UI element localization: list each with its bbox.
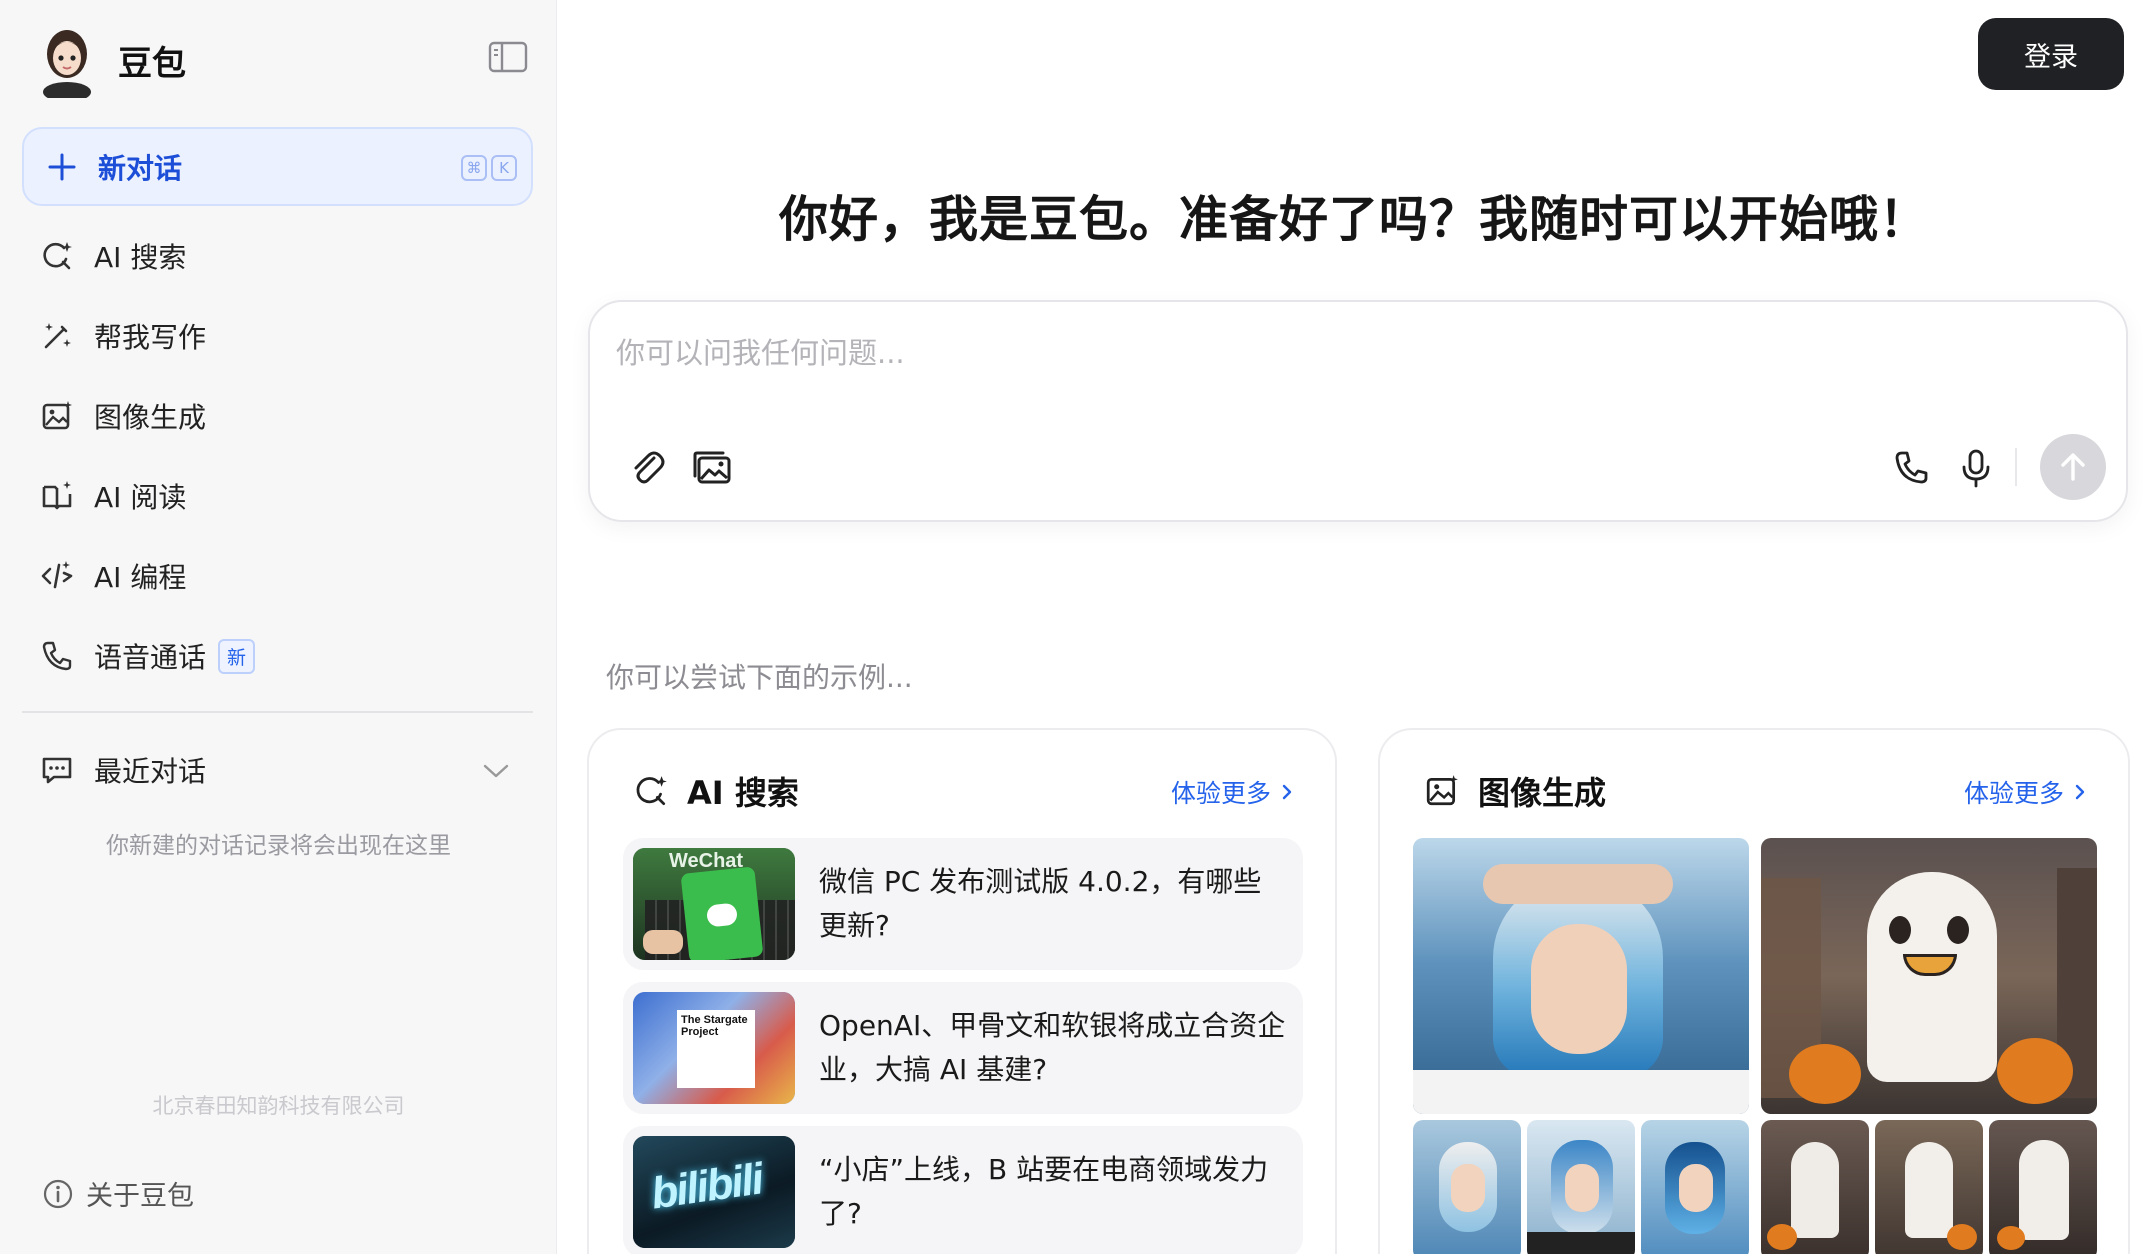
plus-icon [48, 153, 76, 180]
sidebar-item-label: 语音通话 [94, 641, 207, 674]
bilibili-thumbnail: bilibili [633, 1136, 795, 1248]
more-label: 体验更多 [1170, 779, 1271, 808]
sidebar-item-image-generation[interactable]: 图像生成 [22, 376, 533, 456]
company-name: 北京春田知韵科技有限公司 [152, 1094, 405, 1118]
generated-image-ghost-variant[interactable] [1989, 1120, 2097, 1254]
greeting-title: 你好，我是豆包。准备好了吗？我随时可以开始哦！ [778, 191, 1929, 248]
k-key: K [491, 155, 517, 181]
more-label: 体验更多 [1963, 779, 2064, 808]
news-title: 微信 PC 发布测试版 4.0.2，有哪些更新? [819, 865, 1262, 942]
thumb-label: WeChat [669, 850, 744, 872]
generated-image-portrait-main[interactable] [1413, 838, 1749, 1114]
sidebar-nav: AI 搜索 帮我写作 图像生成 AI 阅读 AI 编程 语音通话 新 [22, 216, 533, 696]
image-upload-icon[interactable] [690, 446, 734, 490]
new-chat-label: 新对话 [98, 151, 183, 185]
attachment-icon[interactable] [626, 446, 670, 490]
sidebar-divider [22, 711, 533, 713]
image-generate-icon [42, 401, 72, 430]
about-link[interactable]: 关于豆包 [42, 1174, 194, 1213]
generated-image-ghost-main[interactable] [1761, 838, 2097, 1114]
thumb-label: The Stargate Project [681, 1014, 748, 1038]
sidebar: 豆包 新对话 ⌘ K AI 搜索 帮我写作 图像生成 AI 阅读 AI 编程 语… [0, 0, 557, 1254]
brand-name: 豆包 [118, 43, 186, 84]
doubao-avatar [36, 22, 98, 102]
new-badge: 新 [218, 638, 256, 674]
sidebar-item-label: AI 编程 [94, 561, 187, 594]
sidebar-item-writing[interactable]: 帮我写作 [22, 296, 533, 376]
sidebar-item-label: 帮我写作 [94, 321, 207, 354]
card-title: AI 搜索 [687, 774, 799, 812]
news-title: “小店”上线，B 站要在电商领域发力了? [819, 1153, 1269, 1230]
send-button[interactable] [2040, 434, 2106, 500]
cmd-key: ⌘ [461, 155, 487, 181]
recent-chats-toggle[interactable]: 最近对话 [22, 730, 533, 810]
chevron-right-icon [2075, 784, 2085, 800]
login-button[interactable]: 登录 [1978, 18, 2124, 90]
image-more-link[interactable]: 体验更多 [1964, 774, 2090, 810]
wechat-thumbnail: WeChat [633, 848, 795, 960]
info-icon [43, 1179, 73, 1208]
sidebar-item-ai-coding[interactable]: AI 编程 [22, 536, 533, 616]
card-header: 图像生成 [1424, 768, 1606, 814]
sidebar-item-ai-reading[interactable]: AI 阅读 [22, 456, 533, 536]
chevron-down-icon [483, 764, 509, 778]
phone-call-icon[interactable] [1890, 446, 1934, 490]
card-header: AI 搜索 [633, 768, 799, 814]
news-title: OpenAI、甲骨文和软银将成立合资企业，大搞 AI 基建? [819, 1009, 1286, 1086]
new-chat-button[interactable]: 新对话 ⌘ K [22, 127, 533, 206]
brand[interactable]: 豆包 [36, 18, 186, 102]
chat-bubble-icon [42, 757, 72, 784]
news-item-stargate[interactable]: The Stargate Project OpenAI、甲骨文和软银将成立合资企… [623, 982, 1303, 1114]
news-item-bilibili[interactable]: bilibili “小店”上线，B 站要在电商领域发力了? [623, 1126, 1303, 1254]
stargate-thumbnail: The Stargate Project [633, 992, 795, 1104]
chevron-right-icon [1282, 784, 1292, 800]
ai-search-icon [43, 242, 72, 270]
chat-input-box [588, 300, 2128, 522]
ai-search-icon [636, 776, 667, 806]
toolbar-separator [2015, 448, 2017, 486]
sidebar-item-label: AI 搜索 [94, 241, 187, 274]
sidebar-item-ai-search[interactable]: AI 搜索 [22, 216, 533, 296]
recent-chats-label: 最近对话 [94, 755, 207, 788]
generated-image-ghost-variant[interactable] [1761, 1120, 1869, 1254]
card-title: 图像生成 [1478, 774, 1607, 812]
microphone-icon[interactable] [1954, 446, 1998, 490]
generated-image-portrait-variant[interactable] [1641, 1120, 1749, 1254]
ai-search-card: AI 搜索 体验更多 WeChat 微信 PC 发布测试版 4.0.2，有哪些更… [587, 728, 1337, 1254]
magic-pen-icon [44, 323, 71, 349]
news-item-wechat[interactable]: WeChat 微信 PC 发布测试版 4.0.2，有哪些更新? [623, 838, 1303, 970]
code-icon [41, 561, 73, 589]
sidebar-item-voice-call[interactable]: 语音通话 新 [22, 616, 533, 696]
phone-icon [42, 641, 72, 671]
sidebar-item-label: 图像生成 [94, 401, 207, 434]
book-reading-icon [42, 481, 72, 510]
arrow-up-icon [2061, 453, 2085, 481]
generated-image-portrait-variant[interactable] [1527, 1120, 1635, 1254]
sidebar-item-label: AI 阅读 [94, 481, 187, 514]
image-generate-icon [1426, 775, 1458, 806]
generated-image-portrait-variant[interactable] [1413, 1120, 1521, 1254]
search-more-link[interactable]: 体验更多 [1171, 774, 1297, 810]
sidebar-toggle-icon[interactable] [488, 40, 528, 74]
shortcut-hint: ⌘ K [461, 155, 517, 181]
chat-input[interactable] [616, 330, 2096, 390]
image-generation-card: 图像生成 体验更多 [1378, 728, 2130, 1254]
examples-hint: 你可以尝试下面的示例... [606, 661, 913, 694]
about-label: 关于豆包 [86, 1181, 194, 1212]
generated-image-ghost-variant[interactable] [1875, 1120, 1983, 1254]
recent-empty-hint: 你新建的对话记录将会出现在这里 [106, 833, 451, 859]
